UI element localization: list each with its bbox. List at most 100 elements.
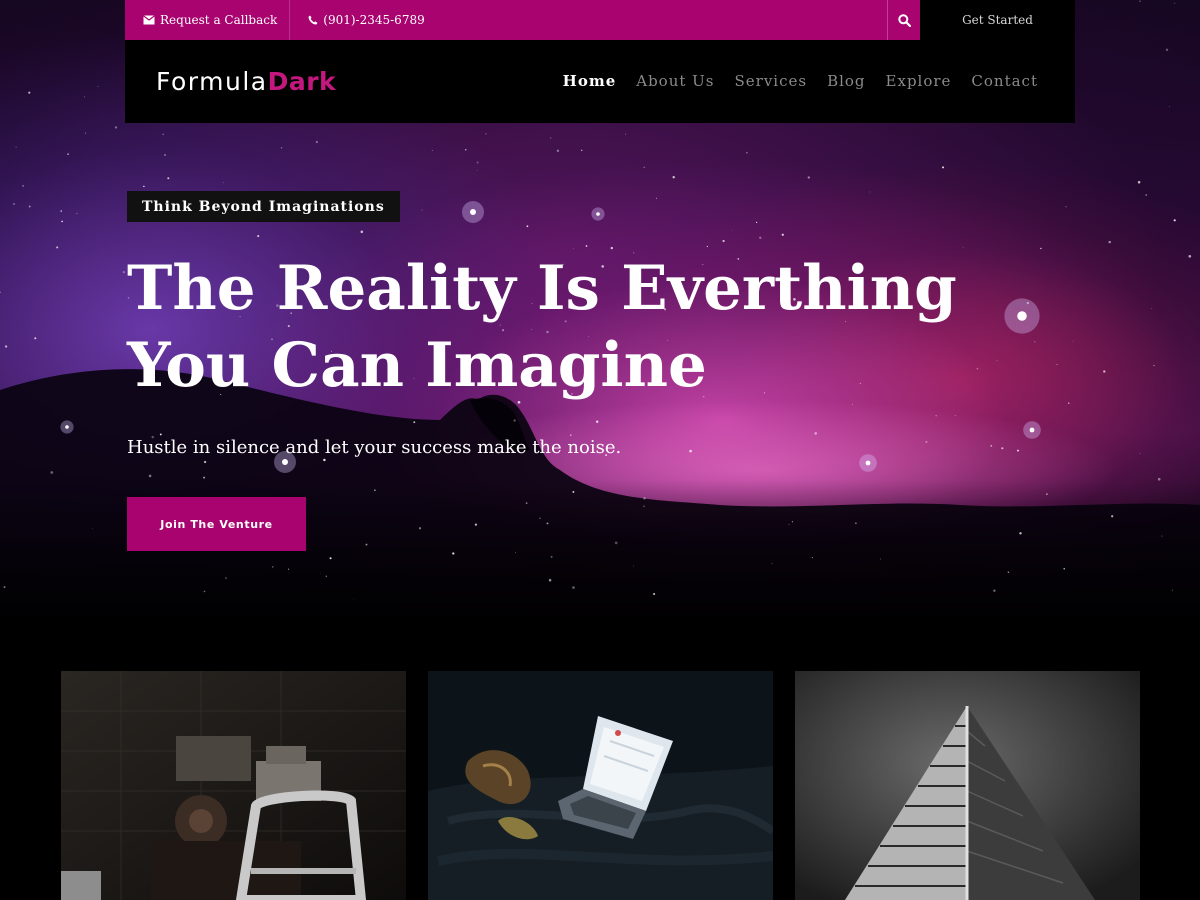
star [84,132,86,134]
nav-item-services[interactable]: Services [735,72,808,90]
nav-item-about-us[interactable]: About Us [636,72,714,90]
bright-star [1029,427,1035,433]
star [1108,240,1111,244]
star [1151,308,1152,310]
star [643,166,645,169]
star [880,558,881,560]
nav-item-explore[interactable]: Explore [886,72,952,90]
star [1173,219,1176,222]
nav-item-contact[interactable]: Contact [971,72,1038,90]
feature-card-3[interactable] [795,671,1140,900]
star [257,235,260,238]
site-logo[interactable]: FormulaDark [156,68,336,96]
star [746,151,748,154]
star [954,415,956,416]
star [788,523,790,525]
get-started-button[interactable]: Get Started [920,0,1075,40]
star [546,522,549,525]
star [34,337,37,340]
star [15,146,17,148]
star [1056,364,1058,366]
star [474,523,477,526]
star [781,233,784,236]
star [288,568,290,570]
star [1001,447,1004,450]
star [1137,180,1141,184]
star [114,126,118,129]
star [0,291,1,294]
star [61,220,63,223]
star [56,246,59,249]
star [1019,532,1022,535]
search-button[interactable] [887,0,920,40]
star [525,502,528,504]
star [315,140,319,144]
hero-tagline-badge: Think Beyond Imaginations [127,191,400,222]
star [272,566,274,568]
star [556,149,560,152]
phone-link[interactable]: (901)-2345-6789 [290,0,436,40]
star [28,205,31,208]
star [548,578,552,582]
star [84,96,85,98]
star [1165,48,1169,52]
star [572,490,575,493]
star [421,209,423,211]
star [365,543,368,546]
star [1157,477,1161,481]
star [485,133,487,135]
star [643,497,646,500]
star [731,230,733,231]
star [1188,254,1192,258]
envelope-icon [143,15,155,25]
site-header: FormulaDark Home About Us Services Blog … [125,40,1075,123]
star [374,489,376,492]
star [76,212,78,214]
star [319,573,321,575]
hero-subtext: Hustle in silence and let your success m… [127,437,622,458]
bright-star [470,209,476,215]
feature-cards-section [0,615,1200,900]
star [203,590,206,593]
star [203,460,207,464]
star [1072,340,1074,342]
star [962,246,964,248]
star [418,527,422,530]
star [1161,535,1163,537]
star [1034,341,1036,343]
star [159,433,162,436]
star [1139,453,1141,455]
star [572,586,575,589]
nav-item-home[interactable]: Home [563,72,617,90]
join-venture-button[interactable]: Join The Venture [127,497,306,551]
feature-card-2[interactable] [428,671,773,900]
star [97,85,99,87]
star [1174,2,1176,4]
star [203,476,206,479]
star [570,434,572,436]
star [610,246,613,250]
request-callback-link[interactable]: Request a Callback [125,0,291,40]
star [476,170,478,171]
star [807,176,810,179]
star [1068,402,1070,404]
star [941,166,945,169]
star [22,184,25,187]
star [791,521,793,523]
star [990,445,993,447]
star [12,203,16,206]
star [722,239,725,243]
nav-item-blog[interactable]: Blog [827,72,865,90]
star [550,555,553,558]
bright-star [596,212,600,216]
star [672,176,675,179]
hero-headline: The Reality Is Everthing You Can Imagine [127,253,957,401]
star [92,528,93,529]
star [935,415,937,417]
star [643,505,645,507]
star [1063,568,1065,570]
bright-star [65,425,69,429]
feature-card-1[interactable] [61,671,406,900]
star [585,245,588,247]
star [1145,194,1147,196]
